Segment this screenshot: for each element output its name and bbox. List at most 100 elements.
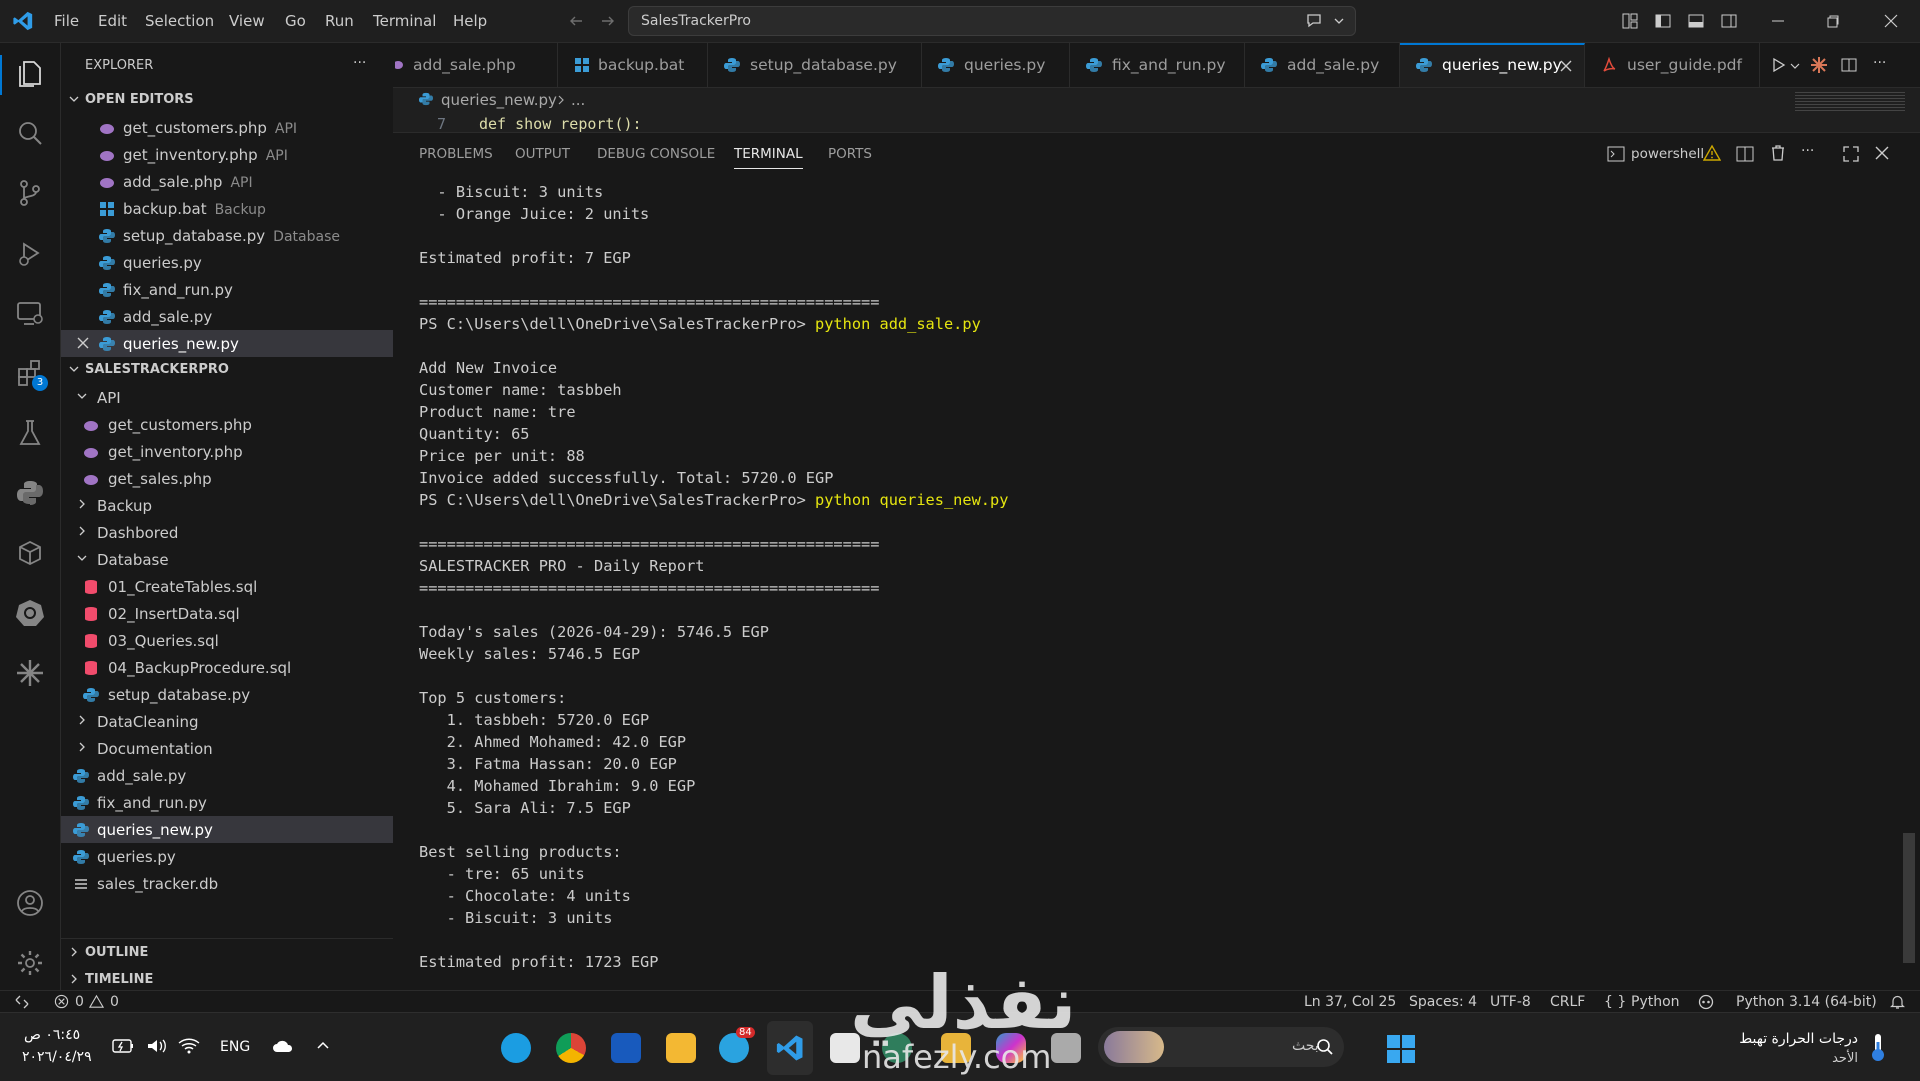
end-of-line[interactable]: CRLF (1550, 994, 1585, 1010)
tab-queries-new-py-active[interactable]: queries_new.py (1400, 43, 1585, 87)
open-editor-item[interactable]: add_sale.php API (61, 168, 393, 195)
volume-icon[interactable] (146, 1037, 168, 1055)
folder-api[interactable]: API (61, 384, 393, 411)
tab-add-sale-php[interactable]: add_sale.php (393, 43, 558, 87)
folder-datacleaning[interactable]: DataCleaning (61, 708, 393, 735)
outline-section-header[interactable]: OUTLINE (61, 940, 393, 967)
open-editor-item[interactable]: get_inventory.php API (61, 141, 393, 168)
wifi-icon[interactable] (178, 1037, 200, 1055)
open-editor-item[interactable]: get_customers.php API (61, 114, 393, 141)
warning-icon[interactable] (1703, 144, 1721, 162)
windows-start-icon[interactable] (1386, 1034, 1416, 1064)
chrome-app-icon[interactable] (556, 1033, 586, 1063)
clock-time[interactable]: ٠٦:٤٥ ص (24, 1027, 80, 1043)
maximize-panel-icon[interactable] (1842, 145, 1860, 163)
open-editor-item[interactable]: queries.py (61, 249, 393, 276)
warning-icon[interactable] (89, 994, 104, 1009)
more-actions-icon[interactable]: ··· (1873, 55, 1886, 71)
project-section-header[interactable]: SALESTRACKERPRO (61, 357, 393, 384)
cursor-position[interactable]: Ln 37, Col 25 (1304, 994, 1396, 1010)
error-count[interactable]: 0 (75, 994, 84, 1010)
shell-name[interactable]: powershell (1631, 146, 1704, 162)
warning-count[interactable]: 0 (110, 994, 119, 1010)
copilot-chat-icon[interactable] (1305, 12, 1325, 30)
notifications-bell-icon[interactable] (1890, 994, 1905, 1010)
menu-file[interactable]: File (54, 12, 79, 30)
taskbar-search-box[interactable]: بحث (1098, 1027, 1344, 1067)
breadcrumb-file[interactable]: queries_new.py (441, 91, 557, 109)
tree-file[interactable]: 01_CreateTables.sql (61, 573, 393, 600)
tree-file[interactable]: 02_InsertData.sql (61, 600, 393, 627)
breadcrumb-more[interactable]: ... (571, 91, 585, 109)
tree-file[interactable]: 04_BackupProcedure.sql (61, 654, 393, 681)
copilot-app-icon[interactable] (996, 1033, 1026, 1063)
restore-icon[interactable] (1824, 12, 1842, 30)
python-interpreter[interactable]: Python 3.14 (64-bit) (1736, 994, 1877, 1010)
word-app-icon[interactable] (611, 1033, 641, 1063)
split-terminal-icon[interactable] (1736, 145, 1754, 163)
panel-more-icon[interactable]: ··· (1801, 143, 1814, 159)
thermometer-icon[interactable] (1870, 1032, 1886, 1062)
settings-gear-icon[interactable] (14, 947, 46, 979)
tree-file[interactable]: setup_database.py (61, 681, 393, 708)
store-app-icon[interactable] (830, 1033, 860, 1063)
customize-layout-icon[interactable] (1621, 12, 1639, 30)
weather-text[interactable]: درجات الحرارة تهبط (1738, 1031, 1858, 1047)
tab-backup-bat[interactable]: backup.bat (558, 43, 708, 87)
claude-spark-icon[interactable] (14, 657, 46, 689)
kubernetes-icon[interactable] (14, 597, 46, 629)
terminal-scrollbar[interactable] (1903, 833, 1915, 963)
indentation[interactable]: Spaces: 4 (1409, 994, 1477, 1010)
photos-app-icon[interactable] (882, 1033, 912, 1063)
testing-icon[interactable] (14, 417, 46, 449)
clock-date[interactable]: ٢٠٢٦/٠٤/٢٩ (22, 1049, 92, 1065)
edge-app-icon[interactable] (501, 1033, 531, 1063)
editor-area[interactable]: 7 def show_report(): (393, 112, 1920, 132)
close-tab-icon[interactable] (1560, 60, 1572, 72)
claude-spark-icon[interactable] (1810, 56, 1828, 74)
tree-file[interactable]: get_inventory.php (61, 438, 393, 465)
tree-file[interactable]: get_customers.php (61, 411, 393, 438)
chevron-up-icon[interactable] (316, 1040, 330, 1050)
tab-queries-py[interactable]: queries.py (922, 43, 1070, 87)
open-editor-item[interactable]: fix_and_run.py (61, 276, 393, 303)
run-file-icon[interactable] (1770, 57, 1786, 73)
vscode-app-icon[interactable] (775, 1033, 805, 1063)
close-editor-icon[interactable] (77, 337, 89, 349)
tree-file[interactable]: add_sale.py (61, 762, 393, 789)
panel-tab-output[interactable]: OUTPUT (515, 146, 570, 162)
split-editor-icon[interactable] (1841, 57, 1857, 73)
accounts-icon[interactable] (14, 887, 46, 919)
panel-tab-problems[interactable]: PROBLEMS (419, 146, 493, 162)
database-explorer-icon[interactable] (14, 537, 46, 569)
explorer-more-button[interactable]: ··· (353, 55, 366, 71)
tab-add-sale-py[interactable]: add_sale.py (1245, 43, 1400, 87)
back-arrow-icon[interactable] (568, 13, 584, 29)
open-editor-item[interactable]: add_sale.py (61, 303, 393, 330)
folder-database[interactable]: Database (61, 546, 393, 573)
folder-documentation[interactable]: Documentation (61, 735, 393, 762)
error-icon[interactable] (54, 994, 69, 1009)
remote-explorer-icon[interactable] (14, 297, 46, 329)
tab-fix-and-run-py[interactable]: fix_and_run.py (1070, 43, 1245, 87)
close-window-icon[interactable] (1882, 12, 1900, 30)
forward-arrow-icon[interactable] (600, 13, 616, 29)
open-editor-item[interactable]: setup_database.py Database (61, 222, 393, 249)
explorer-icon[interactable] (14, 57, 46, 89)
tree-file[interactable]: 03_Queries.sql (61, 627, 393, 654)
open-editors-section-header[interactable]: OPEN EDITORS (61, 87, 393, 114)
menu-terminal[interactable]: Terminal (373, 12, 436, 30)
app-window-icon[interactable] (1051, 1033, 1081, 1063)
files-app-icon[interactable] (666, 1033, 696, 1063)
command-center-search[interactable]: SalesTrackerPro (628, 6, 1356, 36)
menu-edit[interactable]: Edit (98, 12, 127, 30)
explorer-app-icon[interactable] (941, 1033, 971, 1063)
toggle-primary-sidebar-icon[interactable] (1654, 12, 1672, 30)
menu-help[interactable]: Help (453, 12, 487, 30)
source-control-icon[interactable] (14, 177, 46, 209)
tree-file-active[interactable]: queries_new.py (61, 816, 393, 843)
run-debug-icon[interactable] (14, 237, 46, 269)
search-icon[interactable] (14, 117, 46, 149)
chevron-down-icon[interactable] (1333, 16, 1345, 26)
menu-go[interactable]: Go (285, 12, 306, 30)
